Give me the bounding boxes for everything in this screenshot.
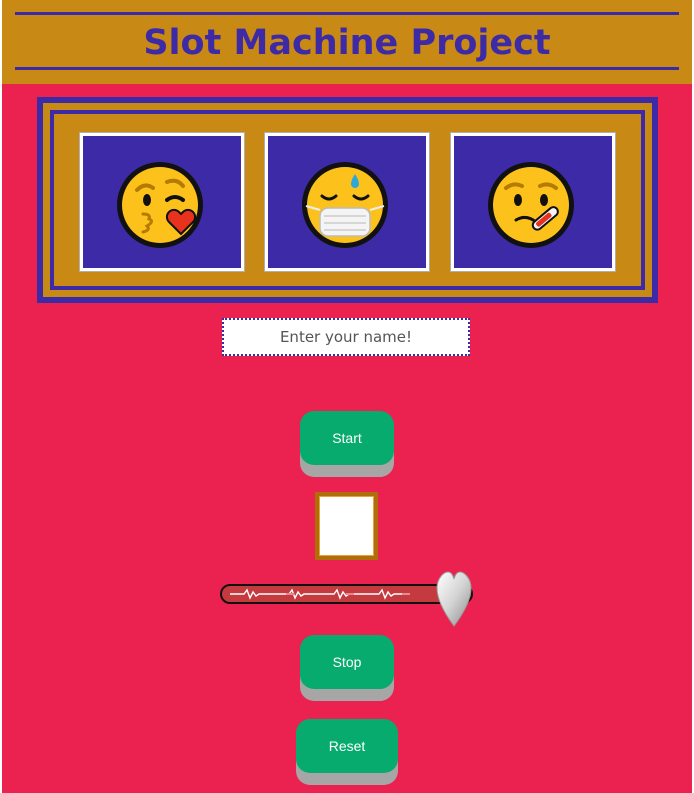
heartbeat-track	[230, 588, 410, 600]
header: Slot Machine Project	[2, 0, 692, 84]
reel-2	[265, 133, 429, 271]
stop-button[interactable]: Stop	[300, 635, 394, 689]
header-bottom-rule	[15, 67, 679, 70]
header-top-rule	[15, 12, 679, 15]
face-blowing-kiss-icon	[117, 162, 203, 248]
reel-1	[80, 133, 244, 271]
face-with-thermometer-icon	[488, 162, 574, 248]
speed-slider[interactable]	[220, 571, 473, 627]
page-title: Slot Machine Project	[143, 23, 551, 63]
result-box	[315, 492, 378, 560]
reel-3	[451, 133, 615, 271]
face-with-medical-mask-icon	[302, 162, 388, 248]
start-button[interactable]: Start	[300, 411, 394, 465]
reset-button[interactable]: Reset	[296, 719, 398, 773]
name-input[interactable]	[222, 318, 470, 356]
heart-icon[interactable]	[436, 570, 472, 628]
